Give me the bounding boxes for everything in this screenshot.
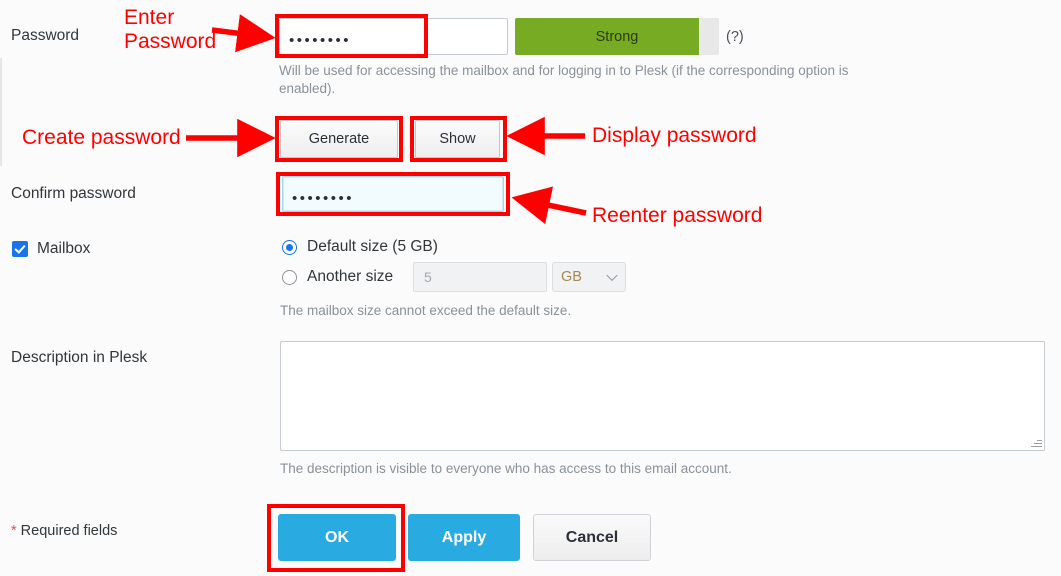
mailbox-size-unit-select[interactable]: GB (552, 262, 626, 292)
description-textarea[interactable] (280, 341, 1045, 451)
password-strength-meter: Strong (515, 18, 719, 55)
apply-button[interactable]: Apply (408, 514, 520, 561)
radio-another-size-label: Another size (307, 268, 394, 285)
confirm-password-value: •••••••• (292, 190, 355, 207)
strength-label: Strong (595, 28, 639, 45)
password-input[interactable]: •••••••• (279, 18, 508, 55)
password-hint: Will be used for accessing the mailbox a… (279, 63, 849, 96)
password-label: Password (11, 27, 80, 44)
show-password-button[interactable]: Show (415, 120, 500, 158)
email-account-form: Password •••••••• Strong (?) Will be use… (0, 0, 1061, 576)
password-help-icon[interactable]: (?) (726, 29, 744, 45)
chevron-down-icon (606, 269, 618, 282)
resize-grip-icon[interactable] (1030, 436, 1042, 448)
confirm-password-input[interactable]: •••••••• (282, 176, 504, 212)
mailbox-hint: The mailbox size cannot exceed the defau… (280, 303, 572, 318)
required-fields-text: Required fields (16, 523, 118, 539)
radio-another-size[interactable] (282, 270, 297, 285)
required-fields-note: * Required fields (11, 523, 117, 539)
mailbox-label: Mailbox (37, 240, 91, 257)
description-hint: The description is visible to everyone w… (280, 461, 732, 476)
generate-password-button[interactable]: Generate (280, 120, 398, 158)
description-label: Description in Plesk (11, 349, 148, 366)
cancel-button[interactable]: Cancel (533, 514, 651, 561)
mailbox-checkbox[interactable] (12, 241, 28, 257)
radio-default-size[interactable] (282, 240, 297, 255)
ok-button[interactable]: OK (278, 514, 396, 561)
another-size-input[interactable]: 5 (413, 262, 547, 292)
left-divider (0, 58, 2, 166)
mailbox-size-unit-value: GB (561, 269, 582, 285)
radio-default-size-label: Default size (5 GB) (307, 238, 438, 255)
confirm-password-label: Confirm password (11, 185, 136, 202)
password-value: •••••••• (289, 32, 352, 49)
